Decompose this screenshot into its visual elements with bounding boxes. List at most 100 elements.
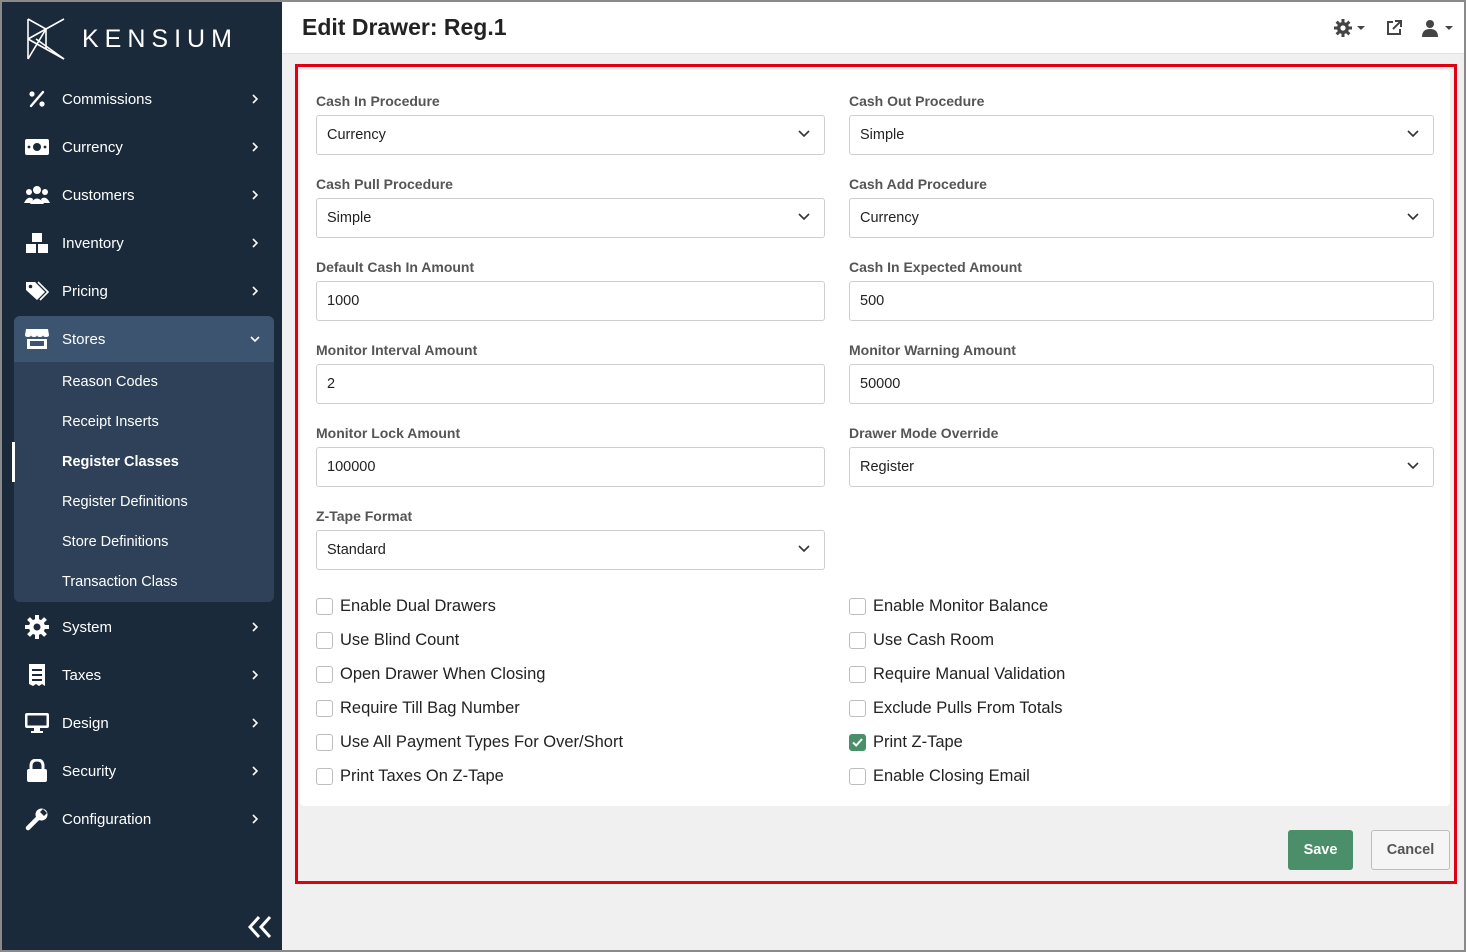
user-menu[interactable] bbox=[1422, 18, 1454, 38]
open-drawer-when-closing-checkbox[interactable]: Open Drawer When Closing bbox=[316, 665, 545, 684]
require-till-bag-number-checkbox[interactable]: Require Till Bag Number bbox=[316, 699, 520, 718]
checkbox-box[interactable] bbox=[316, 666, 333, 683]
checkmark-icon bbox=[852, 738, 863, 747]
sidebar-item-customers[interactable]: Customers bbox=[14, 172, 274, 218]
sidebar-item-label: Pricing bbox=[62, 282, 108, 300]
receipt-icon bbox=[24, 662, 50, 688]
sidebar-item-label: Stores bbox=[62, 330, 106, 348]
checkbox-box[interactable] bbox=[849, 700, 866, 717]
checkbox-box[interactable] bbox=[316, 734, 333, 751]
checkbox-label: Enable Dual Drawers bbox=[340, 597, 496, 615]
open-external-button[interactable] bbox=[1385, 18, 1403, 38]
cash-add-procedure-select[interactable]: Currency bbox=[849, 198, 1434, 238]
monitor-lock-amount-label: Monitor Lock Amount bbox=[316, 425, 461, 441]
checkbox-box[interactable] bbox=[849, 632, 866, 649]
save-button[interactable]: Save bbox=[1288, 830, 1353, 870]
input-value: 500 bbox=[860, 293, 885, 309]
monitor-lock-amount-input[interactable]: 100000 bbox=[316, 447, 825, 487]
require-manual-validation-checkbox[interactable]: Require Manual Validation bbox=[849, 665, 1065, 684]
chevron-down-icon bbox=[798, 130, 810, 138]
checkbox-box[interactable] bbox=[849, 666, 866, 683]
checkbox-box[interactable] bbox=[316, 700, 333, 717]
submenu-item-store-definitions[interactable]: Store Definitions bbox=[62, 522, 168, 562]
lock-icon bbox=[24, 758, 50, 784]
checkbox-box[interactable] bbox=[316, 768, 333, 785]
chevron-right-icon bbox=[252, 238, 259, 248]
cash-pull-procedure-select[interactable]: Simple bbox=[316, 198, 825, 238]
submenu-item-register-definitions[interactable]: Register Definitions bbox=[62, 482, 188, 522]
drawer-mode-override-label: Drawer Mode Override bbox=[849, 425, 999, 441]
monitor-interval-amount-input[interactable]: 2 bbox=[316, 364, 825, 404]
users-icon bbox=[24, 182, 50, 208]
checkbox-box[interactable] bbox=[316, 632, 333, 649]
store-icon bbox=[24, 326, 50, 352]
use-cash-room-checkbox[interactable]: Use Cash Room bbox=[849, 631, 994, 650]
cash-out-procedure-select[interactable]: Simple bbox=[849, 115, 1434, 155]
drawer-mode-override-select[interactable]: Register bbox=[849, 447, 1434, 487]
checkbox-label: Use Blind Count bbox=[340, 631, 460, 649]
select-value: Currency bbox=[327, 127, 386, 143]
checkbox-box[interactable] bbox=[849, 768, 866, 785]
external-link-icon bbox=[1387, 20, 1402, 35]
cash-in-expected-amount-input[interactable]: 500 bbox=[849, 281, 1434, 321]
checkbox-box[interactable] bbox=[849, 598, 866, 615]
print-z-tape-checkbox[interactable]: Print Z-Tape bbox=[849, 733, 963, 752]
cash-in-procedure-select[interactable]: Currency bbox=[316, 115, 825, 155]
cash-in-procedure-label: Cash In Procedure bbox=[316, 93, 440, 109]
chevron-down-icon bbox=[798, 213, 810, 221]
monitor-warning-amount-input[interactable]: 50000 bbox=[849, 364, 1434, 404]
sidebar-item-inventory[interactable]: Inventory bbox=[14, 220, 274, 266]
sidebar-item-label: Commissions bbox=[62, 90, 153, 108]
percent-icon bbox=[24, 86, 50, 112]
chevron-down-icon bbox=[1407, 213, 1419, 221]
select-value: Register bbox=[860, 459, 914, 475]
chevron-down-icon bbox=[1407, 462, 1419, 470]
sidebar-item-configuration[interactable]: Configuration bbox=[14, 796, 274, 842]
cash-out-procedure-label: Cash Out Procedure bbox=[849, 93, 985, 109]
z-tape-format-label: Z-Tape Format bbox=[316, 508, 413, 524]
exclude-pulls-from-totals-checkbox[interactable]: Exclude Pulls From Totals bbox=[849, 699, 1063, 718]
chevron-right-icon bbox=[252, 142, 259, 152]
enable-closing-email-checkbox[interactable]: Enable Closing Email bbox=[849, 767, 1030, 786]
use-all-payment-types-checkbox[interactable]: Use All Payment Types For Over/Short bbox=[316, 733, 623, 752]
sidebar-item-pricing[interactable]: Pricing bbox=[14, 268, 274, 314]
sidebar-item-stores[interactable]: Stores bbox=[14, 316, 274, 362]
sidebar-item-taxes[interactable]: Taxes bbox=[14, 652, 274, 698]
brand-name: KENSIUM bbox=[82, 24, 238, 53]
enable-monitor-balance-checkbox[interactable]: Enable Monitor Balance bbox=[849, 597, 1048, 616]
submenu-item-register-classes[interactable]: Register Classes bbox=[62, 442, 179, 482]
money-bill-icon bbox=[24, 134, 50, 160]
chevron-right-icon bbox=[252, 766, 259, 776]
settings-menu[interactable] bbox=[1334, 18, 1366, 38]
current-item-indicator bbox=[12, 442, 15, 482]
checkbox-box-checked[interactable] bbox=[849, 734, 866, 751]
caret-down-icon bbox=[1357, 26, 1365, 30]
checkbox-label: Require Manual Validation bbox=[873, 665, 1066, 683]
sidebar-item-security[interactable]: Security bbox=[14, 748, 274, 794]
cancel-button[interactable]: Cancel bbox=[1371, 830, 1450, 870]
collapse-sidebar-icon[interactable] bbox=[246, 914, 274, 940]
page-title: Edit Drawer: Reg.1 bbox=[302, 14, 507, 40]
page-header: Edit Drawer: Reg.1 bbox=[282, 2, 1464, 54]
submenu-item-reason-codes[interactable]: Reason Codes bbox=[62, 362, 158, 402]
sidebar-item-commissions[interactable]: Commissions bbox=[14, 76, 274, 122]
checkbox-box[interactable] bbox=[316, 598, 333, 615]
brand-logo[interactable]: KENSIUM bbox=[26, 16, 238, 62]
monitor-warning-amount-label: Monitor Warning Amount bbox=[849, 342, 1016, 358]
sidebar-item-system[interactable]: System bbox=[14, 604, 274, 650]
z-tape-format-select[interactable]: Standard bbox=[316, 530, 825, 570]
sidebar-item-currency[interactable]: Currency bbox=[14, 124, 274, 170]
sidebar-item-design[interactable]: Design bbox=[14, 700, 274, 746]
gear-icon bbox=[1334, 19, 1352, 37]
checkbox-label: Exclude Pulls From Totals bbox=[873, 699, 1063, 717]
chevron-down-icon bbox=[1407, 130, 1419, 138]
input-value: 1000 bbox=[327, 293, 360, 309]
default-cash-in-amount-input[interactable]: 1000 bbox=[316, 281, 825, 321]
print-taxes-on-z-tape-checkbox[interactable]: Print Taxes On Z-Tape bbox=[316, 767, 504, 786]
enable-dual-drawers-checkbox[interactable]: Enable Dual Drawers bbox=[316, 597, 496, 616]
submenu-item-receipt-inserts[interactable]: Receipt Inserts bbox=[62, 402, 159, 442]
sidebar-item-label: Configuration bbox=[62, 810, 152, 828]
submenu-item-transaction-class[interactable]: Transaction Class bbox=[62, 562, 178, 602]
use-blind-count-checkbox[interactable]: Use Blind Count bbox=[316, 631, 459, 650]
checkbox-label: Enable Monitor Balance bbox=[873, 597, 1049, 615]
